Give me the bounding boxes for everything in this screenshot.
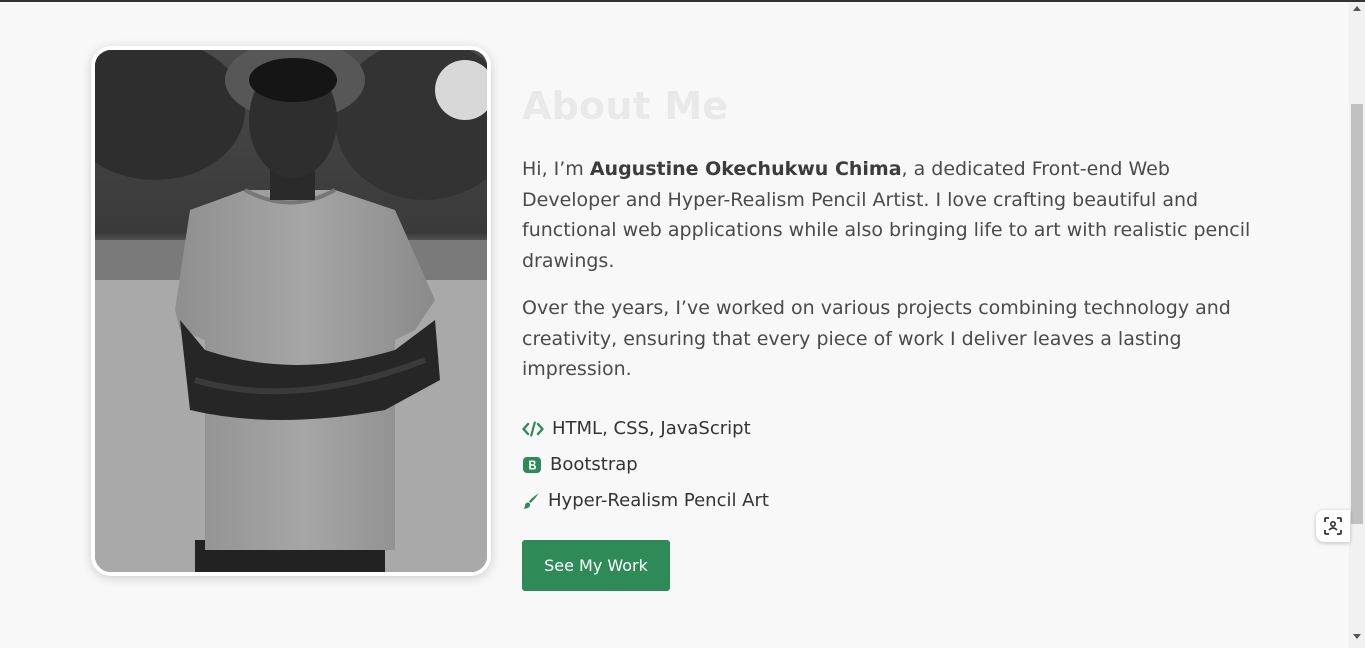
section-heading: About Me xyxy=(522,84,729,128)
paintbrush-icon xyxy=(522,492,540,510)
scroll-down-arrow-icon[interactable] xyxy=(1353,634,1361,639)
intro-paragraph: Hi, I’m Augustine Okechukwu Chima, a ded… xyxy=(522,154,1262,276)
code-icon xyxy=(522,420,544,437)
see-my-work-button[interactable]: See My Work xyxy=(522,539,670,591)
skills-list: HTML, CSS, JavaScript Bootstrap Hyper-Re… xyxy=(522,411,1262,519)
skill-item-bootstrap: Bootstrap xyxy=(522,447,1262,483)
scroll-up-arrow-icon[interactable] xyxy=(1353,6,1361,11)
author-name: Augustine Okechukwu Chima xyxy=(589,158,902,180)
about-section: About Me Hi, I’m Augustine Okechukwu Chi… xyxy=(0,2,1349,648)
bootstrap-icon xyxy=(522,456,542,474)
about-content: About Me Hi, I’m Augustine Okechukwu Chi… xyxy=(522,80,1262,591)
skill-label: Bootstrap xyxy=(550,454,638,475)
experience-paragraph: Over the years, I’ve worked on various p… xyxy=(522,297,1231,380)
scan-icon xyxy=(1324,517,1342,535)
skill-label: Hyper-Realism Pencil Art xyxy=(548,490,769,511)
skill-item-art: Hyper-Realism Pencil Art xyxy=(522,483,1262,519)
profile-photo xyxy=(91,46,491,576)
scroll-thumb[interactable] xyxy=(1351,104,1363,524)
skill-label: HTML, CSS, JavaScript xyxy=(552,418,751,439)
vertical-scrollbar[interactable] xyxy=(1349,2,1365,648)
floating-scan-button[interactable] xyxy=(1316,510,1350,542)
intro-prefix: Hi, I’m xyxy=(522,158,590,180)
skill-item-web: HTML, CSS, JavaScript xyxy=(522,411,1262,447)
